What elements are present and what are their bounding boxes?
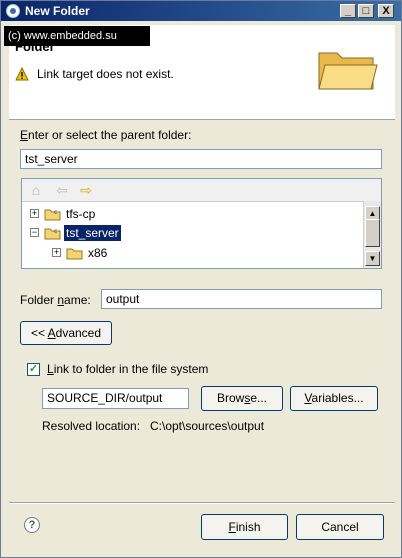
- forward-arrow-icon[interactable]: ⇨: [78, 182, 94, 198]
- tree-node-label: tfs-cp: [66, 207, 96, 221]
- banner-message: Link target does not exist.: [37, 67, 174, 81]
- folder-wizard-icon: [318, 52, 378, 90]
- back-arrow-icon[interactable]: ⇦: [54, 182, 70, 198]
- browse-button[interactable]: Browse...: [201, 386, 283, 411]
- link-to-folder-checkbox[interactable]: ✓: [27, 363, 40, 376]
- maximize-button[interactable]: □: [358, 4, 374, 18]
- window-title: New Folder: [25, 4, 90, 18]
- warning-icon: [15, 67, 29, 81]
- expand-icon[interactable]: +: [30, 209, 39, 218]
- tree-scrollbar[interactable]: ▲ ▼: [363, 201, 381, 268]
- home-icon[interactable]: ⌂: [28, 182, 44, 198]
- link-location-input[interactable]: SOURCE_DIR/output: [42, 388, 189, 409]
- variables-button[interactable]: Variables...: [290, 386, 378, 411]
- resolved-location-value: C:\opt\sources\output: [150, 419, 265, 433]
- svg-text:c: c: [54, 209, 57, 216]
- finish-button[interactable]: Finish: [201, 514, 288, 540]
- link-to-folder-label[interactable]: Link to folder in the file system: [47, 362, 208, 376]
- new-folder-dialog: New Folder _ □ X Folder Link target does…: [0, 0, 402, 558]
- tree-node-label: x86: [88, 246, 108, 260]
- collapse-icon[interactable]: −: [30, 228, 39, 237]
- parent-folder-label: Enter or select the parent folder:: [20, 128, 192, 142]
- svg-text:c: c: [54, 228, 57, 235]
- close-button[interactable]: X: [378, 4, 394, 18]
- tree-toolbar: ⌂ ⇦ ⇨: [22, 179, 381, 202]
- parent-folder-input[interactable]: tst_server: [20, 149, 382, 169]
- folder-icon: [66, 248, 83, 260]
- eclipse-app-icon: [6, 4, 20, 18]
- watermark: (c) www.embedded.su: [4, 26, 150, 46]
- resolved-location-label: Resolved location:: [42, 419, 141, 433]
- scroll-thumb[interactable]: [365, 219, 380, 247]
- cancel-button[interactable]: Cancel: [296, 514, 384, 540]
- title-bar[interactable]: New Folder _ □ X: [1, 1, 401, 21]
- expand-icon[interactable]: +: [52, 248, 61, 257]
- help-icon[interactable]: ?: [24, 517, 40, 533]
- minimize-button[interactable]: _: [340, 4, 356, 18]
- scroll-down-icon[interactable]: ▼: [365, 251, 380, 266]
- folder-tree[interactable]: ⌂ ⇦ ⇨ + c tfs-cp − c tst_server + x86 ▲ …: [21, 178, 382, 269]
- tree-node-label-selected: tst_server: [64, 225, 121, 241]
- footer-separator: [9, 502, 395, 504]
- advanced-button[interactable]: << Advanced: [20, 321, 112, 345]
- folder-name-input[interactable]: output: [101, 289, 382, 309]
- project-folder-icon: c: [44, 228, 61, 240]
- folder-name-label: Folder name:: [20, 293, 91, 307]
- project-folder-icon: c: [44, 209, 61, 221]
